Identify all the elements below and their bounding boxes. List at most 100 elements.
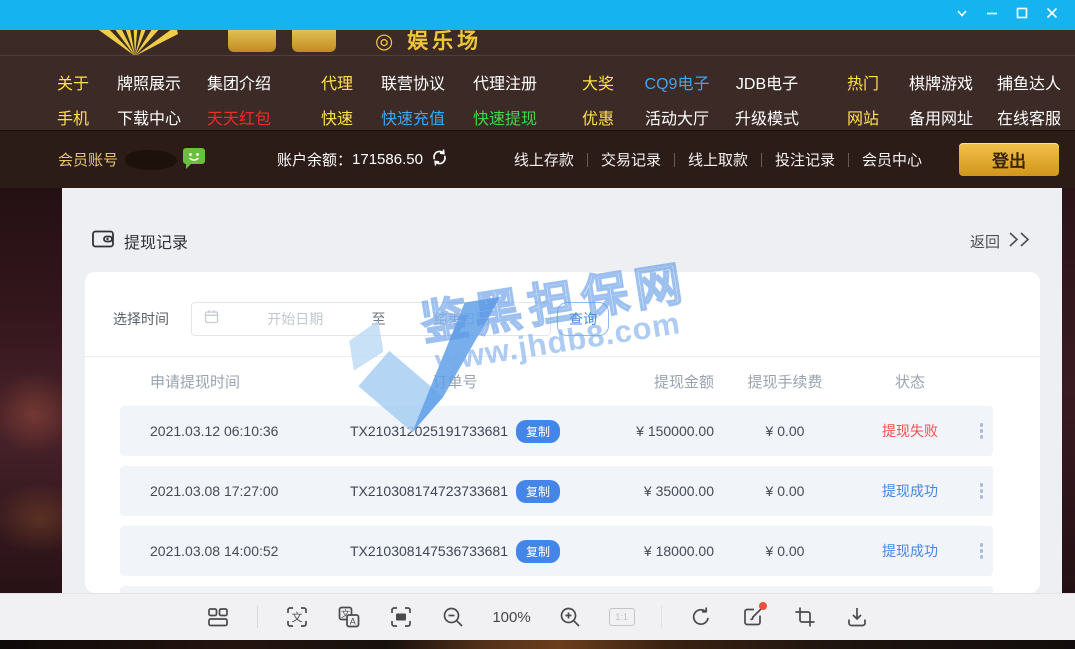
zoom-out-icon[interactable] <box>440 604 466 630</box>
copy-button[interactable]: 复制 <box>516 540 560 563</box>
filter-label: 选择时间 <box>113 309 169 329</box>
nav-group-intro[interactable]: 集团介绍 <box>207 70 271 94</box>
nav-hot[interactable]: 热门 <box>847 70 879 94</box>
start-date-input[interactable]: 开始日期 <box>219 309 372 329</box>
zoom-level-value[interactable]: 100% <box>492 609 530 626</box>
withdrawal-records-card: 选择时间 开始日期 至 结束日期 查询 申请提现时间 订单号 提 <box>85 272 1040 593</box>
background-image-right <box>1062 188 1075 593</box>
svg-text:文: 文 <box>292 610 303 624</box>
nav-board-games[interactable]: 棋牌游戏 <box>909 70 973 94</box>
nav-about[interactable]: 关于 <box>57 70 89 94</box>
nav-quick[interactable]: 快速 <box>321 105 353 129</box>
link-member-center[interactable]: 会员中心 <box>862 149 922 170</box>
nav-quick-deposit[interactable]: 快速充值 <box>381 105 445 129</box>
nav-backup-url[interactable]: 备用网址 <box>909 105 973 129</box>
row-order-number: TX210308147536733681 <box>350 543 508 559</box>
actual-size-1-1-icon[interactable]: 1:1 <box>609 608 635 626</box>
row-menu-button[interactable] <box>970 483 993 499</box>
logo-glyph <box>292 30 336 52</box>
nav-fishing[interactable]: 捕鱼达人 <box>997 70 1061 94</box>
background-image-left <box>0 188 62 593</box>
refresh-balance-icon[interactable] <box>431 149 448 170</box>
download-icon[interactable] <box>844 604 870 630</box>
nav-agent-register[interactable]: 代理注册 <box>473 70 537 94</box>
minimize-icon <box>985 6 999 25</box>
col-header-order: 订单号 <box>350 371 560 392</box>
account-bar: 会员账号 账户余额： 171586.50 线上存款 交易记录 线上取款 投注记录… <box>0 130 1075 188</box>
account-label: 会员账号 <box>58 149 118 170</box>
nav-mobile[interactable]: 手机 <box>57 105 89 129</box>
account-username-redacted <box>125 150 177 170</box>
divider <box>674 153 675 167</box>
back-label: 返回 <box>970 231 1000 252</box>
app-window: ◎ 娱乐场 关于 牌照展示 集团介绍 代理 联营协议 代理注册 大奖 CQ9电子… <box>0 0 1075 649</box>
row-amount: ¥ 150000.00 <box>560 423 720 439</box>
site-header: ◎ 娱乐场 关于 牌照展示 集团介绍 代理 联营协议 代理注册 大奖 CQ9电子… <box>0 30 1075 130</box>
page-header: 提现记录 返回 <box>62 228 1062 254</box>
copy-button[interactable]: 复制 <box>516 480 560 503</box>
gallery-mode-icon[interactable] <box>205 604 231 630</box>
edit-icon[interactable] <box>740 604 766 630</box>
table-row: 2021.03.12 06:10:36 TX210312025191733681… <box>120 406 993 456</box>
end-date-input[interactable]: 结束日期 <box>386 309 539 329</box>
date-range-input[interactable]: 开始日期 至 结束日期 <box>191 302 551 336</box>
row-order-number: TX210308174723733681 <box>350 483 508 499</box>
copy-button[interactable]: 复制 <box>516 420 560 443</box>
nav-online-service[interactable]: 在线客服 <box>997 105 1061 129</box>
search-button[interactable]: 查询 <box>557 302 609 336</box>
rotate-icon[interactable] <box>688 604 714 630</box>
nav-promo[interactable]: 优惠 <box>582 105 614 129</box>
site-logo: ◎ 娱乐场 <box>0 30 1075 55</box>
nav-red-packet[interactable]: 天天红包 <box>207 105 271 129</box>
maximize-button[interactable] <box>1007 0 1037 30</box>
content-panel: 提现记录 返回 选择时间 开始日期 至 <box>62 188 1062 593</box>
close-button[interactable] <box>1037 0 1067 30</box>
nav-agent[interactable]: 代理 <box>321 70 353 94</box>
logo-glyph <box>228 30 276 52</box>
col-header-time: 申请提现时间 <box>120 371 350 392</box>
crop-icon[interactable] <box>792 604 818 630</box>
divider <box>587 153 588 167</box>
svg-text:A: A <box>350 616 356 626</box>
fit-screen-icon[interactable] <box>388 604 414 630</box>
zoom-in-icon[interactable] <box>557 604 583 630</box>
row-fee: ¥ 0.00 <box>720 543 850 559</box>
window-titlebar <box>0 0 1075 30</box>
link-online-withdraw[interactable]: 线上取款 <box>688 149 748 170</box>
nav-license[interactable]: 牌照展示 <box>117 70 181 94</box>
chat-bubble-icon[interactable] <box>183 148 205 174</box>
account-links: 线上存款 交易记录 线上取款 投注记录 会员中心 登出 <box>514 143 1075 176</box>
notification-dot <box>759 602 767 610</box>
balance-label: 账户余额： <box>277 149 352 170</box>
page-content: 提现记录 返回 选择时间 开始日期 至 <box>0 188 1075 593</box>
col-header-amount: 提现金额 <box>560 371 720 392</box>
nav-download[interactable]: 下载中心 <box>117 105 181 129</box>
minimize-button[interactable] <box>977 0 1007 30</box>
nav-jackpot[interactable]: 大奖 <box>582 70 614 94</box>
nav-upgrade-mode[interactable]: 升级模式 <box>735 105 799 129</box>
nav-alliance[interactable]: 联营协议 <box>381 70 445 94</box>
translate-icon[interactable]: 文A <box>336 604 362 630</box>
ocr-extract-text-icon[interactable]: 文 <box>284 604 310 630</box>
close-icon <box>1045 6 1059 25</box>
divider <box>761 153 762 167</box>
nav-quick-withdraw[interactable]: 快速提现 <box>473 105 537 129</box>
nav-jdb[interactable]: JDB电子 <box>736 70 798 94</box>
row-order-number: TX210312025191733681 <box>350 423 508 439</box>
link-online-deposit[interactable]: 线上存款 <box>514 149 574 170</box>
row-time: 2021.03.08 14:00:52 <box>120 543 350 559</box>
link-bet-records[interactable]: 投注记录 <box>775 149 835 170</box>
nav-website[interactable]: 网站 <box>847 105 879 129</box>
col-header-status: 状态 <box>850 371 970 392</box>
row-menu-button[interactable] <box>970 423 993 439</box>
window-menu-button[interactable] <box>947 0 977 30</box>
back-link[interactable]: 返回 <box>970 231 1032 252</box>
nav-activity-hall[interactable]: 活动大厅 <box>645 105 709 129</box>
balance-display: 账户余额： 171586.50 <box>277 149 448 170</box>
link-transaction-records[interactable]: 交易记录 <box>601 149 661 170</box>
table-row-partial <box>120 586 993 593</box>
status-badge: 提现失败 <box>850 421 970 441</box>
logout-button[interactable]: 登出 <box>959 143 1059 176</box>
nav-cq9[interactable]: CQ9电子 <box>645 70 710 94</box>
row-menu-button[interactable] <box>970 543 993 559</box>
